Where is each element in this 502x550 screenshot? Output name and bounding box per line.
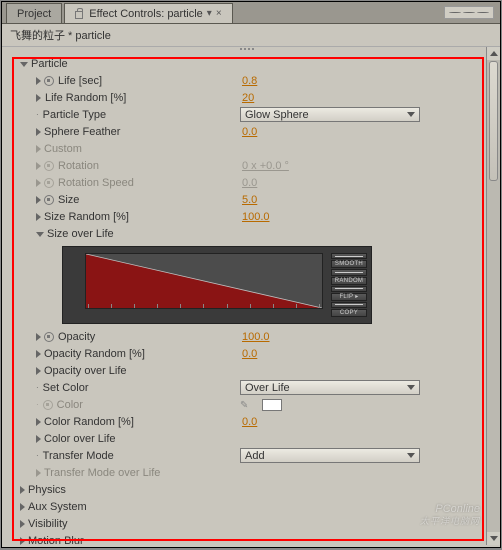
disclosure-triangle-icon: [36, 179, 41, 187]
disclosure-triangle-icon[interactable]: [36, 213, 41, 221]
disclosure-triangle-icon[interactable]: [36, 196, 41, 204]
tab-label: Effect Controls: particle: [89, 8, 203, 20]
scroll-thumb[interactable]: [489, 61, 498, 181]
disclosure-triangle-icon[interactable]: [36, 333, 41, 341]
tab-bar: Project Effect Controls: particle ▾ ×: [2, 2, 500, 24]
disclosure-triangle-icon: [36, 469, 41, 477]
group-physics[interactable]: Physics: [2, 481, 500, 498]
graph-smooth-button[interactable]: SMOOTH: [331, 260, 367, 268]
disclosure-triangle-icon[interactable]: [36, 418, 41, 426]
graph-death-label: DEATH: [281, 308, 322, 309]
column-resize-handle[interactable]: [240, 47, 256, 53]
value-rotation-speed: 0.0: [242, 177, 257, 189]
prop-color-random: Color Random [%]0.0: [2, 413, 500, 430]
disclosure-triangle-icon[interactable]: [20, 520, 25, 528]
chevron-down-icon[interactable]: ▾: [207, 8, 212, 19]
value-size-random[interactable]: 100.0: [242, 211, 270, 223]
disclosure-triangle-icon[interactable]: [36, 367, 41, 375]
graph-copy-button[interactable]: COPY: [331, 309, 367, 317]
group-visibility[interactable]: Visibility: [2, 515, 500, 532]
value-rotation: 0 x +0.0 °: [242, 160, 289, 172]
group-aux-system[interactable]: Aux System: [2, 498, 500, 515]
prop-size-random: Size Random [%]100.0: [2, 208, 500, 225]
prop-sphere-feather: Sphere Feather0.0: [2, 123, 500, 140]
group-color-over-life[interactable]: Color over Life: [2, 430, 500, 447]
scroll-up-button[interactable]: [487, 47, 500, 60]
value-opacity-random[interactable]: 0.0: [242, 348, 257, 360]
graph-preset-3-button[interactable]: [331, 286, 367, 292]
breadcrumb: 飞舞的粒子 * particle: [2, 24, 500, 47]
prop-rotation-speed: Rotation Speed0.0: [2, 174, 500, 191]
stopwatch-icon: [44, 178, 54, 188]
stopwatch-icon[interactable]: [44, 332, 54, 342]
graph-flip-button[interactable]: FLIP ▸: [331, 293, 367, 301]
prop-opacity-random: Opacity Random [%]0.0: [2, 345, 500, 362]
graph-preset-2-button[interactable]: [331, 269, 367, 275]
value-size[interactable]: 5.0: [242, 194, 257, 206]
disclosure-triangle-icon[interactable]: [36, 94, 41, 102]
prop-particle-type: ·Particle Type Glow Sphere: [2, 106, 500, 123]
value-color-random[interactable]: 0.0: [242, 416, 257, 428]
panel-menu-icon[interactable]: [444, 6, 494, 19]
tab-effect-controls[interactable]: Effect Controls: particle ▾ ×: [64, 3, 232, 23]
disclosure-triangle-icon[interactable]: [20, 503, 25, 511]
disclosure-triangle-icon[interactable]: [36, 232, 44, 237]
group-opacity-over-life[interactable]: Opacity over Life: [2, 362, 500, 379]
dropdown-set-color[interactable]: Over Life: [240, 380, 420, 395]
chevron-down-icon: [407, 453, 415, 458]
chevron-down-icon: [407, 385, 415, 390]
disclosure-triangle-icon: [36, 145, 41, 153]
disclosure-triangle-icon[interactable]: [36, 435, 41, 443]
disclosure-triangle-icon[interactable]: [20, 62, 28, 67]
scroll-down-button[interactable]: [487, 532, 500, 545]
group-size-over-life[interactable]: Size over Life: [2, 225, 500, 242]
value-opacity[interactable]: 100.0: [242, 331, 270, 343]
eyedropper-icon: [240, 399, 254, 411]
prop-life: Life [sec]0.8: [2, 72, 500, 89]
prop-color: ·Color: [2, 396, 500, 413]
prop-set-color: ·Set Color Over Life: [2, 379, 500, 396]
group-motion-blur[interactable]: Motion Blur: [2, 532, 500, 545]
dropdown-transfer-mode[interactable]: Add: [240, 448, 420, 463]
graph-random-button[interactable]: RANDOM: [331, 277, 367, 285]
value-sphere-feather[interactable]: 0.0: [242, 126, 257, 138]
graph-preset-4-button[interactable]: [331, 302, 367, 308]
disclosure-triangle-icon[interactable]: [20, 486, 25, 494]
group-transfer-mode-over-life: Transfer Mode over Life: [2, 464, 500, 481]
disclosure-triangle-icon[interactable]: [20, 537, 25, 545]
group-particle[interactable]: Particle: [2, 55, 500, 72]
prop-opacity: Opacity100.0: [2, 328, 500, 345]
prop-transfer-mode: ·Transfer Mode Add: [2, 447, 500, 464]
graph-birth-label: BIRTH: [86, 308, 124, 309]
disclosure-triangle-icon[interactable]: [36, 77, 41, 85]
value-life[interactable]: 0.8: [242, 75, 257, 87]
group-custom: Custom: [2, 140, 500, 157]
dropdown-particle-type[interactable]: Glow Sphere: [240, 107, 420, 122]
disclosure-triangle-icon: [36, 162, 41, 170]
prop-life-random: Life Random [%]20: [2, 89, 500, 106]
graph-canvas[interactable]: SIZE BIRTHDEATH: [85, 253, 323, 309]
disclosure-triangle-icon[interactable]: [36, 350, 41, 358]
stopwatch-icon: [44, 161, 54, 171]
stopwatch-icon[interactable]: [44, 195, 54, 205]
close-icon[interactable]: ×: [216, 8, 222, 19]
chevron-down-icon: [407, 112, 415, 117]
graph-preset-1-button[interactable]: [331, 253, 367, 259]
disclosure-triangle-icon[interactable]: [36, 128, 41, 136]
scrollbar-vertical[interactable]: [486, 47, 500, 545]
stopwatch-icon[interactable]: [44, 76, 54, 86]
size-over-life-graph[interactable]: SIZE BIRTHDEATH SMOOTH RANDOM FLIP ▸ COP…: [62, 246, 372, 324]
tab-project[interactable]: Project: [6, 3, 62, 23]
stopwatch-icon: [43, 400, 53, 410]
value-life-random[interactable]: 20: [242, 92, 254, 104]
color-well: [262, 399, 282, 411]
prop-rotation: Rotation0 x +0.0 °: [2, 157, 500, 174]
prop-size: Size5.0: [2, 191, 500, 208]
lock-icon: [75, 11, 83, 19]
